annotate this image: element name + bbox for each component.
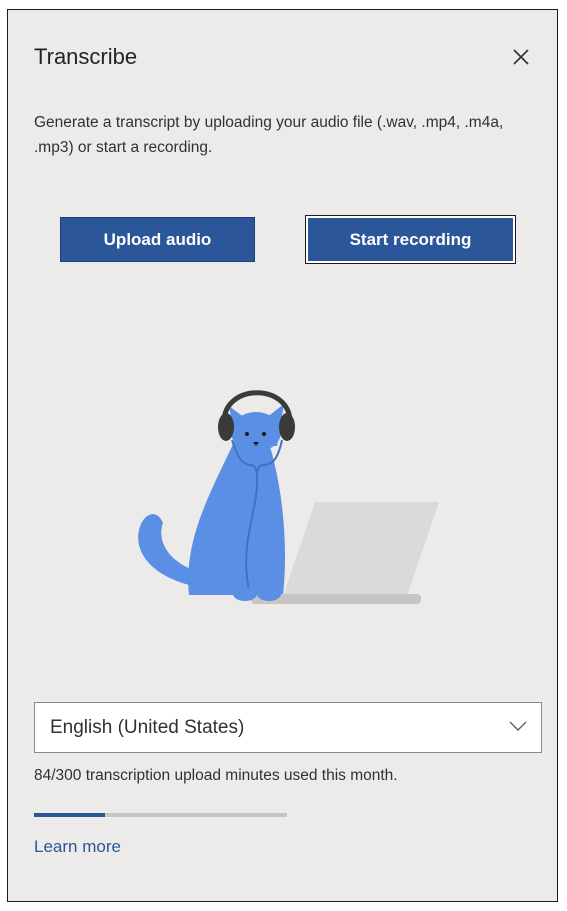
upload-audio-button[interactable]: Upload audio: [60, 217, 255, 262]
language-select[interactable]: English (United States): [34, 702, 542, 753]
pane-description: Generate a transcript by uploading your …: [34, 114, 504, 156]
laptop-screen: [283, 502, 439, 596]
usage-text: 84/300 transcription upload minutes used…: [34, 767, 398, 784]
transcribe-pane: Transcribe Generate a transcript by uplo…: [7, 9, 558, 902]
learn-more-link[interactable]: Learn more: [34, 837, 121, 857]
cat-illustration: [138, 390, 439, 604]
chevron-down-icon: [509, 721, 527, 731]
close-button[interactable]: [506, 42, 536, 72]
language-select-value: English (United States): [50, 716, 245, 738]
usage-progress-fill: [34, 813, 105, 817]
start-recording-button[interactable]: Start recording: [305, 215, 516, 264]
close-icon: [513, 49, 529, 65]
pane-title: Transcribe: [34, 44, 138, 69]
usage-progress-bar: [34, 813, 287, 817]
